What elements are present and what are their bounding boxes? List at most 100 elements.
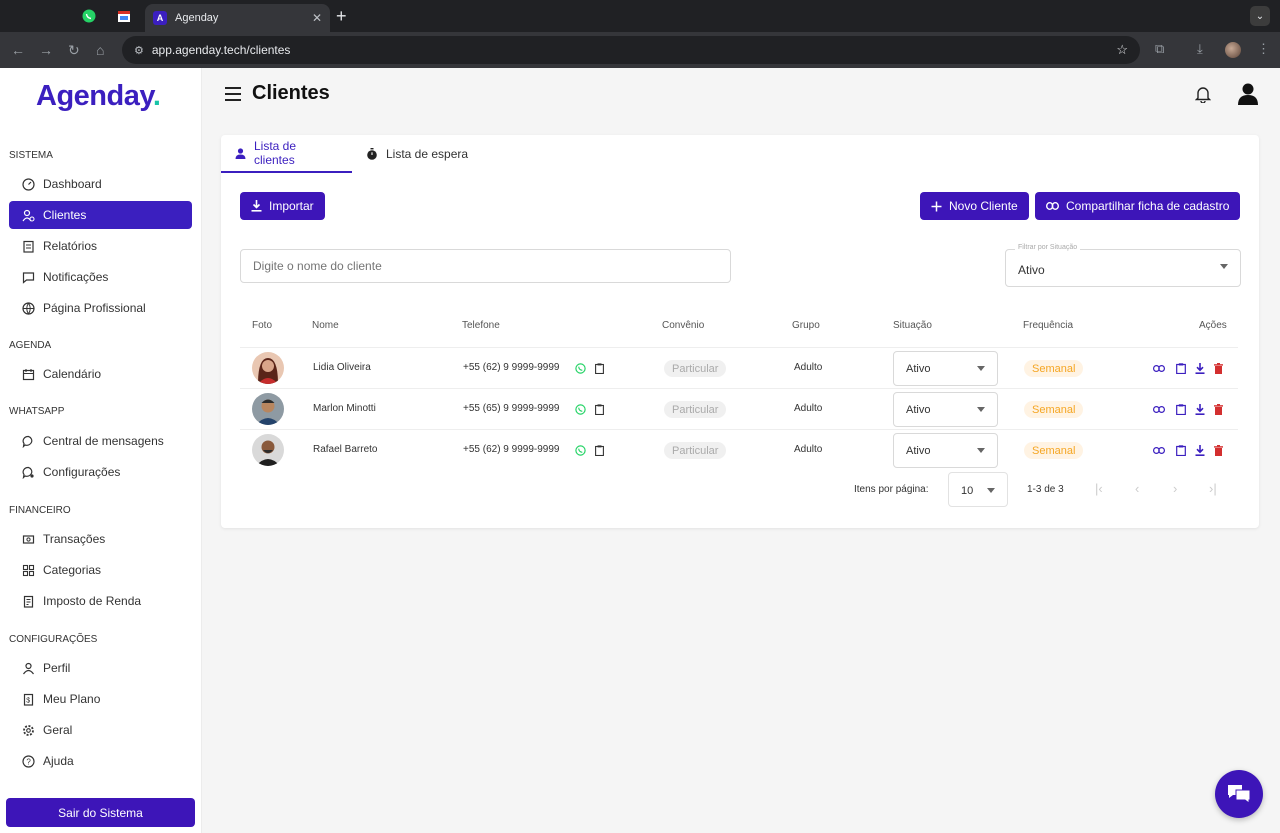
browser-tab-agenday[interactable]: A Agenday ✕ (145, 4, 330, 32)
tab-lista-de-espera[interactable]: Lista de espera (352, 135, 482, 173)
section-title-agenda: AGENDA (9, 340, 52, 351)
table-row[interactable]: Marlon Minotti +55 (65) 9 9999-9999 Part… (240, 388, 1238, 429)
calendar-pinned-tab[interactable] (110, 6, 138, 26)
download-icon[interactable] (1193, 402, 1207, 416)
section-title-configuracoes: CONFIGURAÇÕES (9, 634, 98, 645)
home-icon[interactable]: ⌂ (96, 41, 104, 59)
client-photo (252, 352, 284, 384)
link-icon[interactable] (1152, 443, 1166, 457)
tax-icon (21, 594, 35, 608)
sidebar-item-pagina-profissional[interactable]: Página Profissional (9, 294, 192, 322)
new-tab-icon[interactable]: + (336, 6, 347, 26)
chat-support-button[interactable] (1215, 770, 1263, 818)
sidebar-item-geral[interactable]: Geral (9, 716, 192, 744)
whatsapp-pinned-tab[interactable] (75, 6, 103, 26)
downloads-icon[interactable]: ⤓ (1197, 41, 1203, 57)
delete-trash-icon[interactable] (1211, 443, 1225, 457)
table-row[interactable]: Rafael Barreto +55 (62) 9 9999-9999 Part… (240, 429, 1238, 470)
section-title-sistema: SISTEMA (9, 150, 53, 161)
chevron-down-icon (977, 407, 985, 412)
svg-text:?: ? (26, 757, 31, 766)
download-icon[interactable] (1193, 443, 1207, 457)
items-per-page-select[interactable]: 10 (948, 472, 1008, 507)
sidebar-item-relatorios[interactable]: Relatórios (9, 232, 192, 260)
sidebar-item-perfil[interactable]: Perfil (9, 654, 192, 682)
dashboard-icon (21, 177, 35, 191)
whatsapp-icon[interactable] (573, 443, 587, 457)
clipboard-icon[interactable] (1174, 443, 1188, 457)
sidebar-item-clientes[interactable]: Clientes (9, 201, 192, 229)
sidebar-item-central-de-mensagens[interactable]: Central de mensagens (9, 427, 192, 455)
sidebar: Agenday. SISTEMA Dashboard Clientes Rela… (0, 68, 202, 833)
sidebar-item-ajuda[interactable]: ? Ajuda (9, 747, 192, 775)
copy-clipboard-icon[interactable] (592, 361, 606, 375)
import-button[interactable]: Importar (240, 192, 325, 220)
address-bar[interactable]: ⚙ app.agenday.tech/clientes ☆ (122, 36, 1140, 64)
download-icon[interactable] (1193, 361, 1207, 375)
sidebar-item-calendario[interactable]: Calendário (9, 360, 192, 388)
section-title-financeiro: FINANCEIRO (9, 505, 71, 516)
copy-clipboard-icon[interactable] (592, 402, 606, 416)
back-icon[interactable]: ← (11, 41, 25, 59)
sidebar-item-imposto-de-renda[interactable]: Imposto de Renda (9, 587, 192, 615)
client-group: Adulto (794, 444, 823, 455)
status-select[interactable]: Ativo (893, 351, 998, 386)
sidebar-item-dashboard[interactable]: Dashboard (9, 170, 192, 198)
agenday-logo[interactable]: Agenday. (36, 80, 161, 113)
browser-toolbar: ← → ↻ ⌂ ⚙ app.agenday.tech/clientes ☆ ⧉ … (0, 32, 1280, 68)
link-icon[interactable] (1152, 361, 1166, 375)
extensions-icon[interactable]: ⧉ (1155, 41, 1164, 57)
table-row[interactable]: Lidia Oliveira +55 (62) 9 9999-9999 Part… (240, 347, 1238, 388)
client-name: Rafael Barreto (313, 444, 378, 455)
person-icon (235, 147, 246, 159)
clipboard-icon[interactable] (1174, 402, 1188, 416)
menu-toggle-icon[interactable] (225, 87, 241, 101)
column-header-convenio: Convênio (662, 320, 705, 331)
client-search-input[interactable] (240, 249, 731, 283)
share-form-button[interactable]: Compartilhar ficha de cadastro (1035, 192, 1241, 220)
status-filter-select[interactable]: Filtrar por Situação Ativo (1005, 244, 1241, 287)
browser-menu-icon[interactable]: ⋮ (1257, 41, 1270, 57)
next-page-icon[interactable]: › (1173, 481, 1177, 496)
plan-icon: $ (21, 692, 35, 706)
first-page-icon[interactable]: |‹ (1095, 481, 1103, 496)
sidebar-item-configuracoes-whatsapp[interactable]: Configurações (9, 458, 192, 486)
close-tab-icon[interactable]: ✕ (312, 11, 322, 25)
link-icon (1046, 202, 1059, 210)
plus-icon (931, 201, 942, 212)
status-select[interactable]: Ativo (893, 392, 998, 427)
whatsapp-icon[interactable] (573, 402, 587, 416)
copy-clipboard-icon[interactable] (592, 443, 606, 457)
tab-search-icon[interactable]: ⌄ (1250, 6, 1270, 26)
site-settings-icon[interactable]: ⚙ (134, 44, 144, 57)
clients-card: Lista de clientes Lista de espera Import… (221, 135, 1259, 528)
logout-button[interactable]: Sair do Sistema (6, 798, 195, 827)
sidebar-item-notificacoes[interactable]: Notificações (9, 263, 192, 291)
last-page-icon[interactable]: ›| (1209, 481, 1217, 496)
column-header-frequencia: Frequência (1023, 320, 1074, 331)
gear-icon (21, 723, 35, 737)
new-client-button[interactable]: Novo Cliente (920, 192, 1029, 220)
user-account-icon[interactable] (1237, 82, 1259, 111)
whatsapp-icon[interactable] (573, 361, 587, 375)
delete-trash-icon[interactable] (1211, 402, 1225, 416)
reload-icon[interactable]: ↻ (68, 41, 80, 59)
notification-bell-icon[interactable] (1194, 85, 1212, 108)
bookmark-star-icon[interactable]: ☆ (1116, 42, 1128, 58)
previous-page-icon[interactable]: ‹ (1135, 481, 1139, 496)
sidebar-item-meu-plano[interactable]: $ Meu Plano (9, 685, 192, 713)
forward-icon[interactable]: → (39, 41, 53, 59)
tab-lista-de-clientes[interactable]: Lista de clientes (221, 135, 352, 173)
client-group: Adulto (794, 403, 823, 414)
status-select[interactable]: Ativo (893, 433, 998, 468)
sidebar-item-transacoes[interactable]: Transações (9, 525, 192, 553)
chat-icon (21, 434, 35, 448)
delete-trash-icon[interactable] (1211, 361, 1225, 375)
link-icon[interactable] (1152, 402, 1166, 416)
section-title-whatsapp: WHATSAPP (9, 406, 65, 417)
clipboard-icon[interactable] (1174, 361, 1188, 375)
profile-avatar[interactable] (1225, 42, 1241, 58)
sidebar-item-categorias[interactable]: Categorias (9, 556, 192, 584)
client-group: Adulto (794, 362, 823, 373)
column-header-acoes: Ações (1199, 320, 1227, 331)
